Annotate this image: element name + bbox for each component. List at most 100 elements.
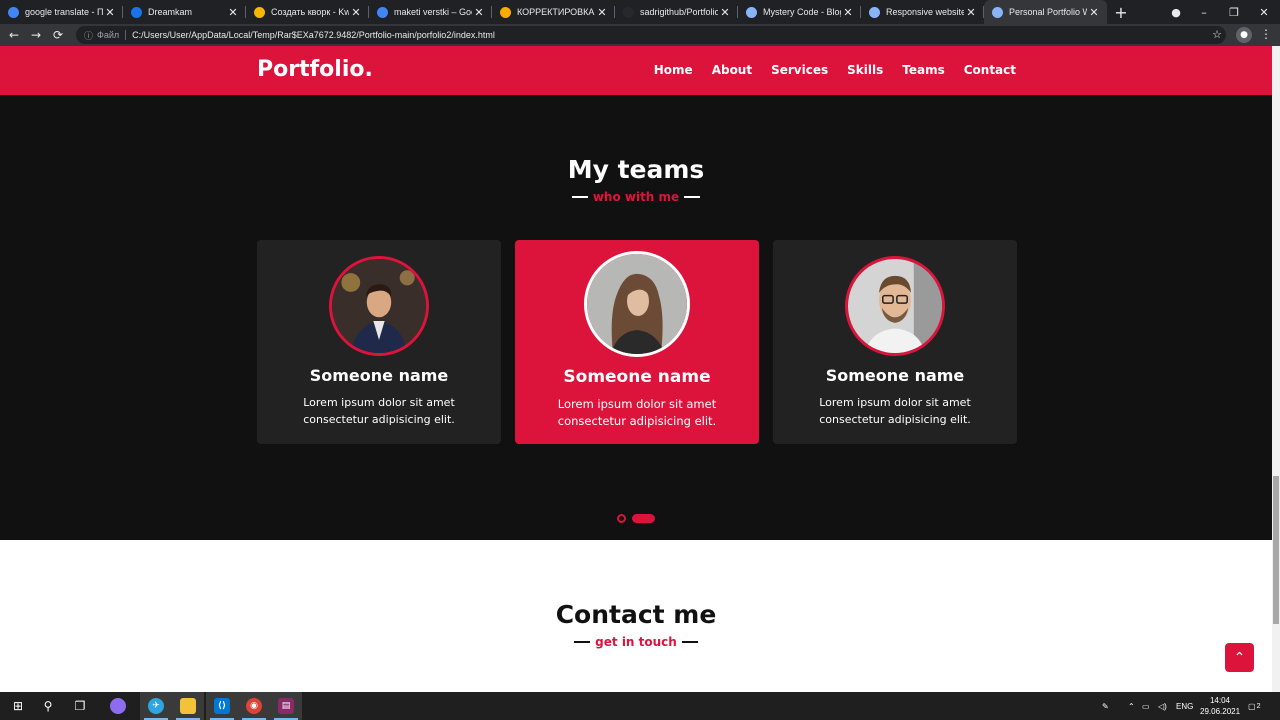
- taskbar-chrome[interactable]: ◉: [238, 692, 270, 720]
- site-header: Portfolio. Home About Services Skills Te…: [0, 46, 1272, 95]
- taskbar-winrar[interactable]: ▤: [270, 692, 302, 720]
- nav-services[interactable]: Services: [771, 63, 828, 77]
- tray-chevron-icon[interactable]: ⌃: [1128, 692, 1135, 720]
- address-separator: [125, 30, 127, 40]
- team-carousel: Someone name Lorem ipsum dolor sit amet …: [257, 240, 1017, 444]
- carousel-dot-2-active[interactable]: [632, 514, 655, 523]
- vscode-icon: ⟨⟩: [214, 698, 230, 714]
- browser-tab[interactable]: google translate - Пои✕: [0, 0, 123, 24]
- cortana-icon[interactable]: [102, 692, 134, 720]
- notification-count: 2: [1256, 702, 1261, 710]
- bio-line: Lorem ipsum dolor sit amet: [303, 396, 455, 409]
- tab-title: maketi verstki – Google: [394, 7, 472, 17]
- nav-about[interactable]: About: [712, 63, 752, 77]
- browser-tab[interactable]: Mystery Code - Blog ✕: [738, 0, 861, 24]
- google-icon: [8, 6, 19, 18]
- windows-start-icon[interactable]: ⊞: [2, 692, 34, 720]
- tab-close-icon[interactable]: ✕: [472, 6, 486, 19]
- browser-tab[interactable]: Responsive website fo✕: [861, 0, 984, 24]
- contact-subtitle-text: get in touch: [595, 635, 677, 649]
- task-view-icon[interactable]: ❐: [64, 692, 96, 720]
- tab-title: google translate - Пои: [25, 7, 103, 17]
- team-member-name: Someone name: [825, 366, 965, 385]
- kwork-icon: [254, 6, 265, 18]
- taskbar-vscode[interactable]: ⟨⟩: [206, 692, 238, 720]
- telegram-icon: ✈: [148, 698, 164, 714]
- close-window-button[interactable]: ✕: [1248, 0, 1280, 24]
- new-tab-button[interactable]: +: [1107, 0, 1135, 24]
- browser-tab[interactable]: Создать кворк - Kwork✕: [246, 0, 369, 24]
- address-bar[interactable]: ⓘ Файл C:/Users/User/AppData/Local/Temp/…: [76, 26, 1226, 44]
- team-avatar-man-suit: [329, 256, 429, 356]
- page-viewport: Portfolio. Home About Services Skills Te…: [0, 46, 1272, 692]
- avatar-photo-icon: [332, 259, 426, 353]
- scroll-to-top-button[interactable]: ⌃: [1225, 643, 1254, 672]
- browser-tab[interactable]: КОРРЕКТИРОВКА, КОР✕: [492, 0, 615, 24]
- scrollbar-thumb[interactable]: [1273, 476, 1279, 624]
- volume-icon[interactable]: ◁): [1158, 692, 1167, 720]
- team-member-bio: Lorem ipsum dolor sit amet consectetur a…: [285, 394, 473, 428]
- nav-contact[interactable]: Contact: [964, 63, 1016, 77]
- team-card[interactable]: Someone name Lorem ipsum dolor sit amet …: [773, 240, 1017, 444]
- notification-center-icon[interactable]: ▢ 2: [1248, 692, 1260, 720]
- tab-close-icon[interactable]: ✕: [718, 6, 732, 19]
- tab-close-icon[interactable]: ✕: [226, 6, 240, 19]
- tab-close-icon[interactable]: ✕: [595, 6, 609, 19]
- back-button[interactable]: ←: [3, 24, 25, 46]
- url-text[interactable]: C:/Users/User/AppData/Local/Temp/Rar$EXa…: [132, 30, 495, 40]
- tab-close-icon[interactable]: ✕: [1087, 6, 1101, 19]
- pen-icon[interactable]: ✎: [1102, 692, 1109, 720]
- chrome-icon: ◉: [246, 698, 262, 714]
- tab-close-icon[interactable]: ✕: [964, 6, 978, 19]
- clock[interactable]: 14:04 29.06.2021: [1200, 695, 1240, 717]
- network-icon[interactable]: ▭: [1142, 692, 1150, 720]
- tab-title: КОРРЕКТИРОВКА, КОР: [517, 7, 595, 17]
- chevron-up-icon: ⌃: [1233, 649, 1246, 666]
- taskbar-telegram[interactable]: ✈: [140, 692, 172, 720]
- bio-line: consectetur adipisicing elit.: [303, 413, 455, 426]
- bookmark-star-icon[interactable]: ☆: [1212, 28, 1222, 41]
- team-card[interactable]: Someone name Lorem ipsum dolor sit amet …: [257, 240, 501, 444]
- nav-skills[interactable]: Skills: [847, 63, 883, 77]
- language-indicator[interactable]: ENG: [1176, 692, 1193, 720]
- address-toolbar: ← → ⟳ ⓘ Файл C:/Users/User/AppData/Local…: [0, 24, 1280, 46]
- carousel-dot-1[interactable]: [617, 514, 626, 523]
- search-icon[interactable]: ⚲: [32, 692, 64, 720]
- tab-close-icon[interactable]: ✕: [103, 6, 117, 19]
- maximize-button[interactable]: ❐: [1218, 0, 1250, 24]
- teams-subtitle: who with me: [0, 190, 1272, 204]
- browser-tab[interactable]: Dreamkam ✕: [123, 0, 246, 24]
- taskbar-explorer[interactable]: [172, 692, 204, 720]
- team-member-name: Someone name: [563, 367, 711, 387]
- nav-home[interactable]: Home: [654, 63, 693, 77]
- team-member-name: Someone name: [309, 366, 449, 385]
- browser-tab[interactable]: Personal Portfolio Web✕: [984, 0, 1107, 24]
- globe-icon: [869, 6, 880, 18]
- contact-subtitle: get in touch: [0, 635, 1272, 649]
- tab-title: Mystery Code - Blog: [763, 7, 841, 17]
- team-card-active[interactable]: Someone name Lorem ipsum dolor sit amet …: [515, 240, 759, 444]
- nav-teams[interactable]: Teams: [902, 63, 944, 77]
- google-icon: [377, 6, 388, 18]
- site-logo[interactable]: Portfolio.: [257, 57, 373, 82]
- windows-taskbar: ⊞ ⚲ ❐ ✈ ⟨⟩ ◉ ▤ ✎ ⌃ ▭ ◁) ENG 14:04 29.06.…: [0, 692, 1280, 720]
- bio-line: Lorem ipsum dolor sit amet: [819, 396, 971, 409]
- teams-title: My teams: [567, 155, 705, 184]
- browser-tab[interactable]: sadrigithub/Portfolio ✕: [615, 0, 738, 24]
- browser-tab[interactable]: maketi verstki – Google✕: [369, 0, 492, 24]
- extension-icon[interactable]: ●: [1236, 27, 1252, 43]
- tab-close-icon[interactable]: ✕: [349, 6, 363, 19]
- tab-title: Personal Portfolio Web: [1009, 7, 1087, 17]
- minimize-button[interactable]: –: [1188, 0, 1220, 24]
- site-info-label[interactable]: Файл: [97, 30, 119, 40]
- browser-tab-strip: google translate - Пои✕Dreamkam✕Создать …: [0, 0, 1280, 24]
- tab-close-icon[interactable]: ✕: [841, 6, 855, 19]
- page-scrollbar[interactable]: [1272, 46, 1280, 692]
- clock-time: 14:04: [1209, 696, 1231, 705]
- reload-button[interactable]: ⟳: [47, 24, 69, 46]
- bio-line: consectetur adipisicing elit.: [819, 413, 971, 426]
- forward-button[interactable]: →: [25, 24, 47, 46]
- subtitle-line-left: [574, 641, 591, 643]
- browser-menu-icon[interactable]: ⋮: [1260, 27, 1272, 41]
- info-icon[interactable]: ⓘ: [84, 29, 93, 42]
